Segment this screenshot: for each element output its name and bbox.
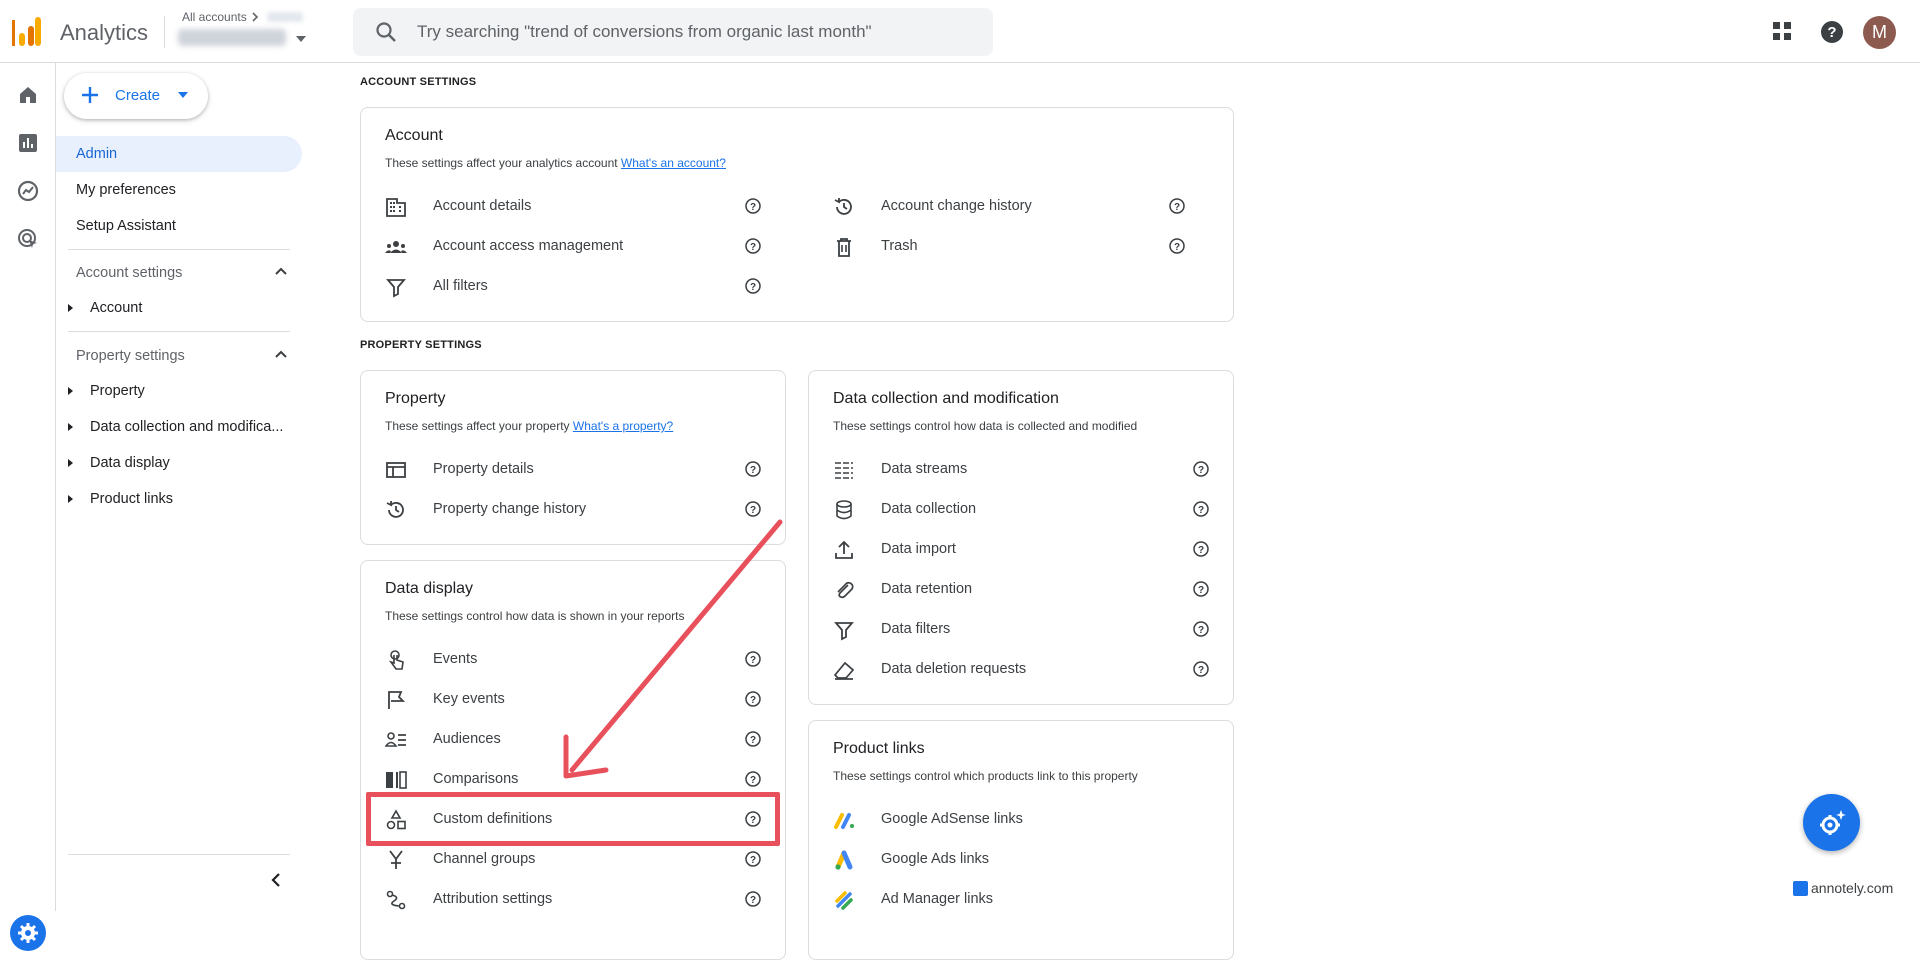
watermark-text: annotely.com: [1811, 880, 1894, 896]
admin-gear-icon[interactable]: [10, 915, 46, 951]
ai-settings-fab-icon[interactable]: [1803, 794, 1860, 851]
annotation-arrow: [563, 519, 783, 779]
annotation-highlight-box: [366, 792, 780, 846]
annotely-logo-icon: [1793, 880, 1808, 896]
watermark: annotely.com: [1793, 880, 1893, 896]
